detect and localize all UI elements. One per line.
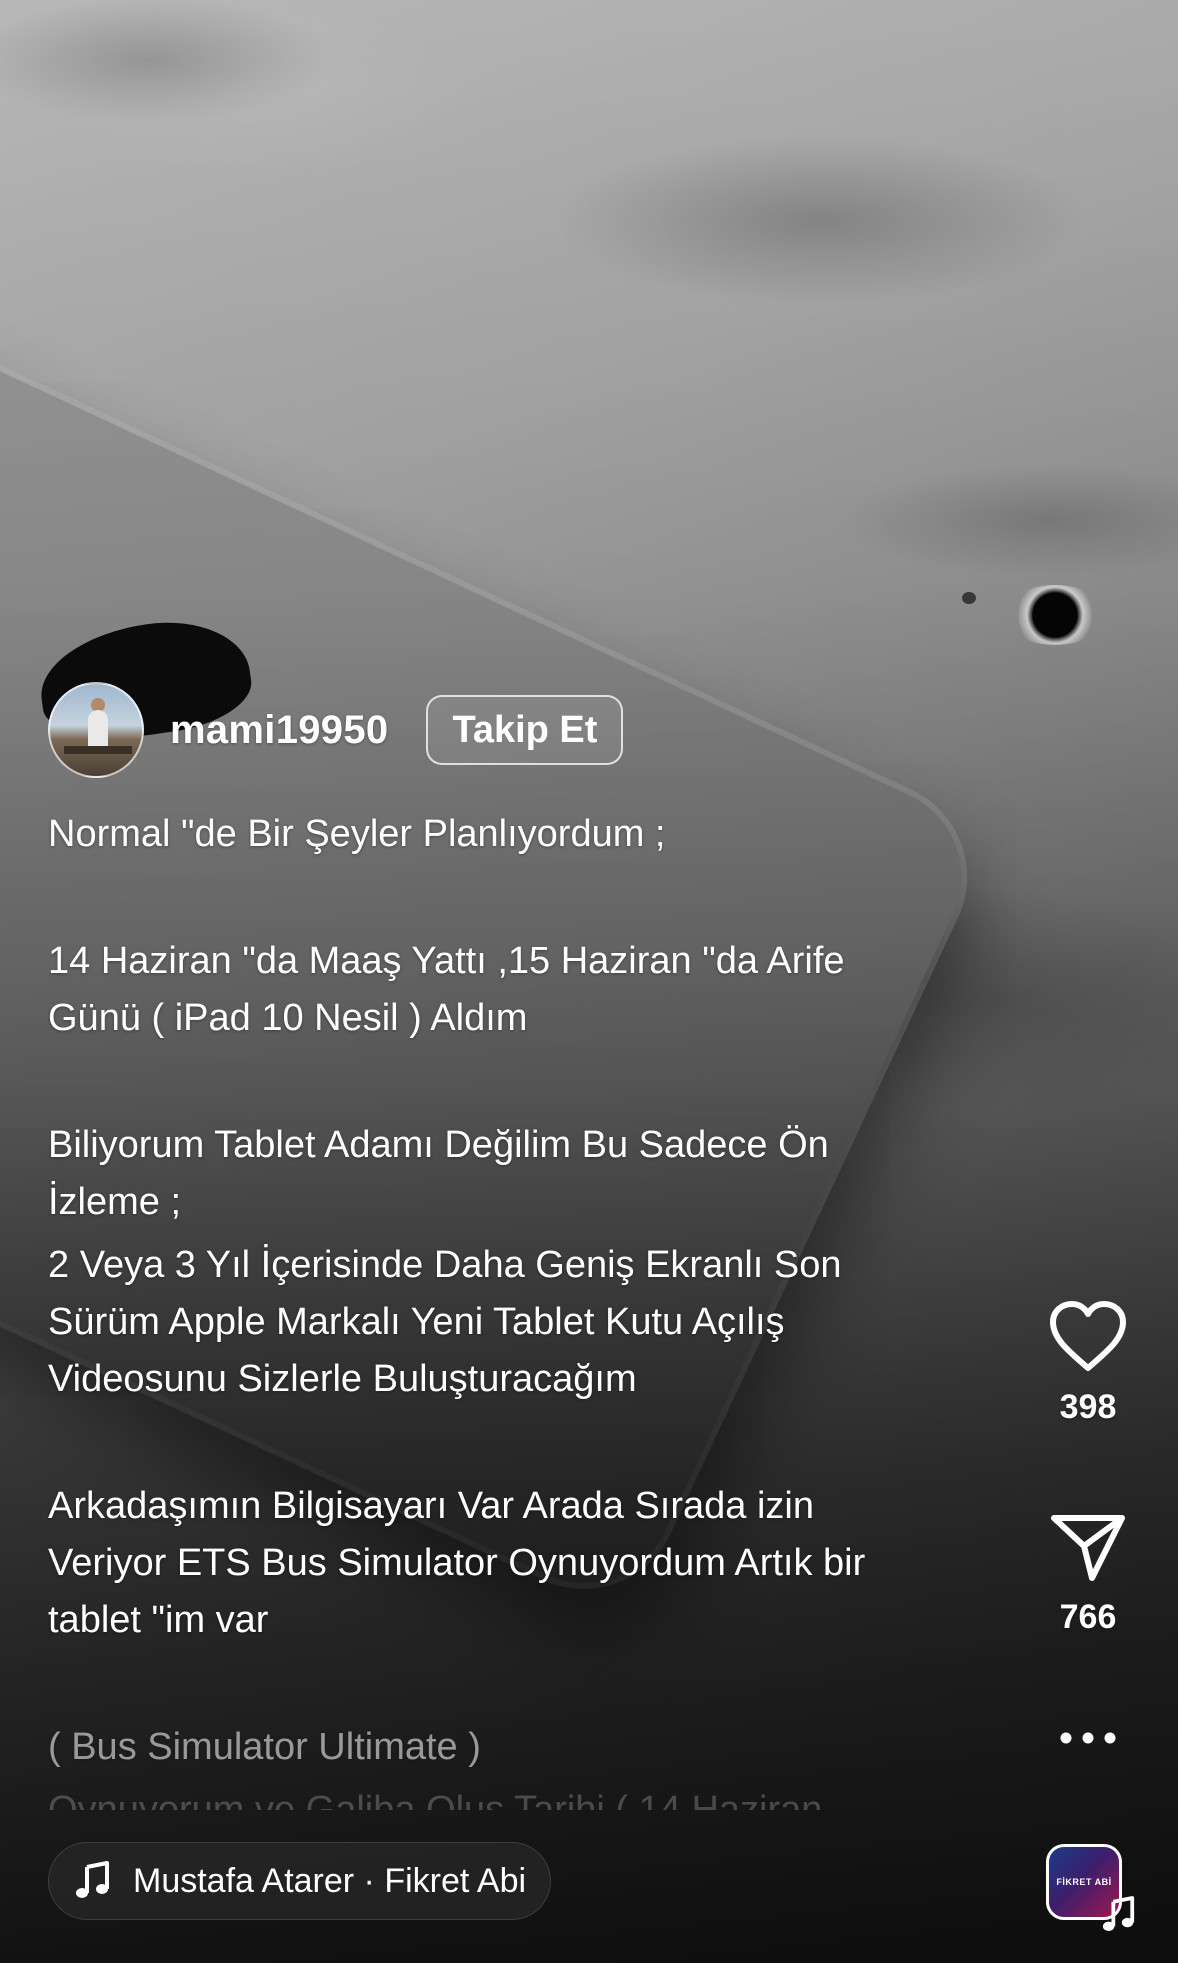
caption-paragraph: 2 Veya 3 Yıl İçerisinde Daha Geniş Ekran… bbox=[48, 1244, 842, 1400]
caption-paragraph: Normal "de Bir Şeyler Planlıyordum ; bbox=[48, 813, 666, 855]
caption[interactable]: Normal "de Bir Şeyler Planlıyordum ; 14 … bbox=[48, 806, 1008, 1810]
username[interactable]: mami19950 bbox=[170, 708, 388, 753]
share-count: 766 bbox=[1059, 1598, 1117, 1636]
music-note-icon bbox=[76, 1861, 109, 1898]
avatar-bench bbox=[64, 746, 132, 754]
like-count: 398 bbox=[1059, 1388, 1117, 1426]
follow-button[interactable]: Takip Et bbox=[426, 695, 624, 765]
music-pill[interactable]: Mustafa Atarer · Fikret Abi bbox=[48, 1842, 552, 1920]
caption-paragraph-partial: Oynuyorum ve Galiba Oluş Tarihi ( 14 Haz… bbox=[48, 1789, 823, 1810]
caption-paragraph: ( Bus Simulator Ultimate ) bbox=[48, 1726, 481, 1768]
more-action[interactable] bbox=[1040, 1730, 1136, 1746]
share-action[interactable]: 766 bbox=[1040, 1512, 1136, 1637]
caption-paragraph: 14 Haziran "da Maaş Yattı ,15 Haziran "d… bbox=[48, 940, 845, 1039]
caption-paragraph: Arkadaşımın Bilgisayarı Var Arada Sırada… bbox=[48, 1485, 866, 1641]
profile-row: mami19950 Takip Et bbox=[48, 682, 624, 778]
music-label: Mustafa Atarer · Fikret Abi bbox=[133, 1861, 527, 1900]
heart-icon[interactable] bbox=[1047, 1298, 1129, 1374]
avatar[interactable] bbox=[48, 682, 144, 778]
album-cover-text: FİKRET ABİ bbox=[1056, 1877, 1112, 1887]
more-dots-icon[interactable] bbox=[1058, 1730, 1118, 1746]
like-action[interactable]: 398 bbox=[1040, 1298, 1136, 1427]
send-icon[interactable] bbox=[1048, 1512, 1128, 1584]
caption-paragraph: Biliyorum Tablet Adamı Değilim Bu Sadece… bbox=[48, 1124, 829, 1223]
music-note-icon bbox=[1102, 1896, 1135, 1932]
album-thumbnail[interactable]: FİKRET ABİ bbox=[1046, 1844, 1135, 1932]
